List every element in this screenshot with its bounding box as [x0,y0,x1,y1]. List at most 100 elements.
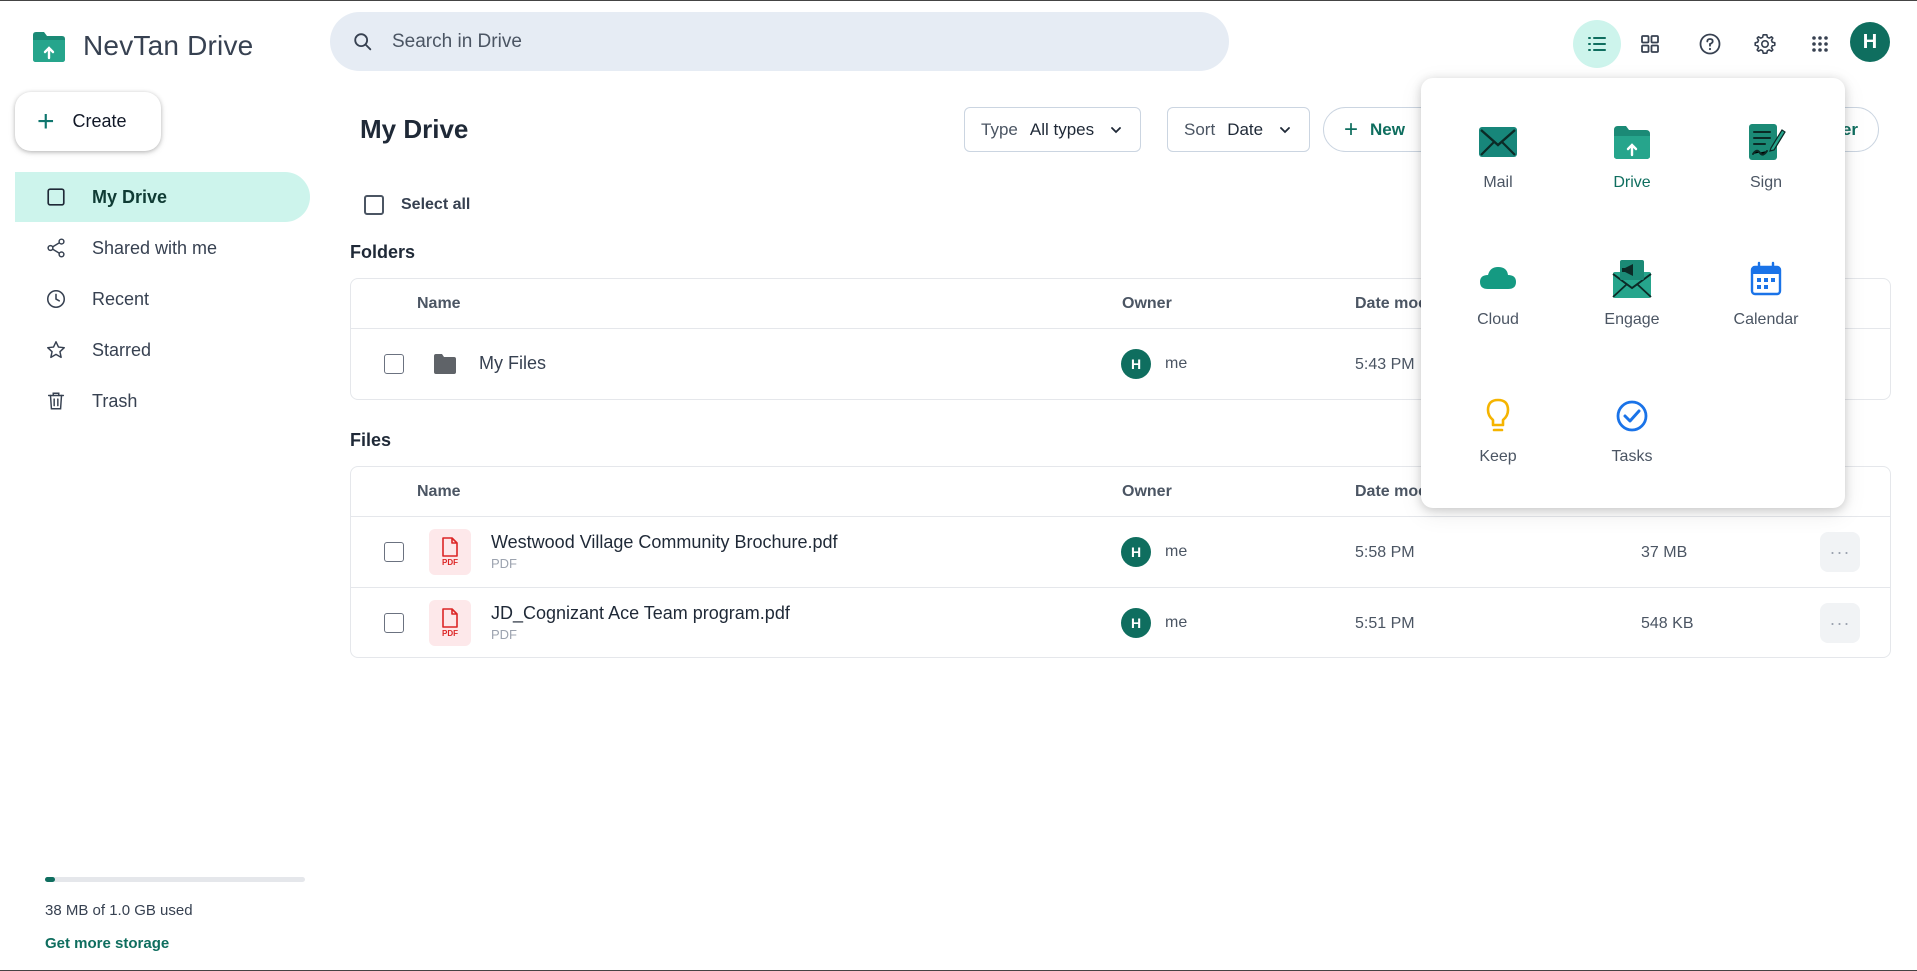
file-type: PDF [491,627,517,642]
sort-filter-key: Sort [1184,119,1216,139]
mail-icon [1479,127,1517,157]
table-row[interactable]: PDF Westwood Village Community Brochure.… [351,517,1890,588]
grid-view-button[interactable] [1626,20,1674,68]
pdf-label: PDF [442,629,458,638]
file-name-cell[interactable]: JD_Cognizant Ace Team program.pdf PDF [491,603,790,642]
app-keep[interactable]: Keep [1433,394,1563,466]
more-options-button[interactable]: ··· [1820,532,1860,572]
page-title: My Drive [360,114,469,144]
file-size: 548 KB [1641,615,1694,632]
list-view-button[interactable] [1573,20,1621,68]
drive-logo-icon [33,32,65,62]
app-label: Drive [1613,174,1651,191]
sign-icon [1749,124,1786,160]
files-section-label: Files [350,430,392,450]
sidebar-item-my-drive[interactable]: My Drive [15,172,310,222]
search-input[interactable] [392,30,1092,53]
column-date[interactable]: Date moc [1355,483,1427,501]
app-cloud[interactable]: Cloud [1433,257,1563,329]
trash-icon [47,392,65,410]
column-name[interactable]: Name [417,295,461,313]
clock-icon [46,289,66,309]
row-checkbox[interactable] [384,613,404,633]
column-owner[interactable]: Owner [1122,483,1172,501]
app-label: Sign [1749,174,1783,191]
app-label: Mail [1483,174,1513,191]
pdf-file-icon: PDF [429,529,471,575]
user-avatar[interactable]: H [1850,22,1890,62]
app-drive[interactable]: Drive [1567,120,1697,192]
select-all-label: Select all [401,196,471,213]
new-button-label: New [1370,119,1405,139]
more-icon: ··· [1829,541,1851,562]
file-size: 37 MB [1641,544,1688,561]
owner-cell: H me [1121,349,1187,379]
create-label: Create [72,111,127,131]
sidebar-item-recent[interactable]: Recent [15,274,310,324]
file-name[interactable]: Westwood Village Community Brochure.pdf [491,532,838,553]
app-label: Engage [1604,311,1660,328]
select-all-checkbox[interactable] [364,195,384,215]
folders-section-label: Folders [350,242,416,262]
owner-cell: H me [1121,537,1187,567]
owner-name: me [1165,614,1188,631]
column-name[interactable]: Name [417,483,461,501]
settings-button[interactable] [1741,20,1789,68]
storage-fill [45,877,55,882]
select-all[interactable]: Select all [364,195,470,215]
app-calendar[interactable]: Calendar [1701,257,1831,329]
app-mail[interactable]: Mail [1433,120,1563,192]
table-row[interactable]: PDF JD_Cognizant Ace Team program.pdf PD… [351,588,1890,658]
search-bar[interactable] [330,12,1229,71]
share-icon [47,238,65,258]
file-type: PDF [491,556,517,571]
column-date[interactable]: Date moc [1355,295,1427,313]
apps-menu: Mail Drive Sign Cloud Engage Calendar Ke… [1421,78,1845,508]
get-more-storage-link[interactable]: Get more storage [45,935,305,952]
plus-icon: + [37,104,55,138]
sidebar-item-starred[interactable]: Starred [15,325,310,375]
cloud-icon [1480,267,1516,289]
app-sign[interactable]: Sign [1701,120,1831,192]
create-button[interactable]: + Create [15,92,161,151]
pdf-label: PDF [442,558,458,567]
app-tasks[interactable]: Tasks [1567,394,1697,466]
file-name-cell[interactable]: Westwood Village Community Brochure.pdf … [491,532,838,571]
plus-icon: + [1344,115,1359,143]
chevron-down-icon [1111,126,1122,133]
storage-text: 38 MB of 1.0 GB used [45,902,193,919]
file-name[interactable]: JD_Cognizant Ace Team program.pdf [491,603,790,624]
owner-avatar: H [1121,349,1151,379]
storage-bar [45,877,305,882]
help-button[interactable] [1686,20,1734,68]
sidebar-item-shared[interactable]: Shared with me [15,223,310,273]
app-label: Tasks [1611,448,1653,465]
star-icon [47,341,65,359]
check-circle-icon [1616,400,1648,432]
folder-name[interactable]: My Files [479,353,546,374]
sidebar-item-trash[interactable]: Trash [15,376,310,426]
sort-filter[interactable]: Sort Date [1167,107,1311,152]
apps-grid-icon [1812,36,1828,52]
chevron-down-icon [1280,126,1291,133]
more-options-button[interactable]: ··· [1820,603,1860,643]
app-name: NevTan Drive [83,30,254,61]
apps-button[interactable] [1796,20,1844,68]
sidebar-item-label: Starred [92,339,152,360]
owner-cell: H me [1121,608,1187,638]
sort-filter-value: Date [1227,119,1264,139]
app-engage[interactable]: Engage [1567,257,1697,329]
row-checkbox[interactable] [384,542,404,562]
column-owner[interactable]: Owner [1122,295,1172,313]
row-checkbox[interactable] [384,354,404,374]
sidebar-item-label: Recent [92,288,150,309]
drive-icon [47,188,65,206]
drive-icon [1614,126,1650,159]
type-filter[interactable]: Type All types [964,107,1142,152]
list-view-icon [1588,37,1606,51]
settings-icon [1754,34,1776,54]
owner-name: me [1165,543,1188,560]
grid-view-icon [1641,35,1659,53]
app-label: Keep [1479,448,1517,465]
app-logo[interactable]: NevTan Drive [30,27,253,65]
